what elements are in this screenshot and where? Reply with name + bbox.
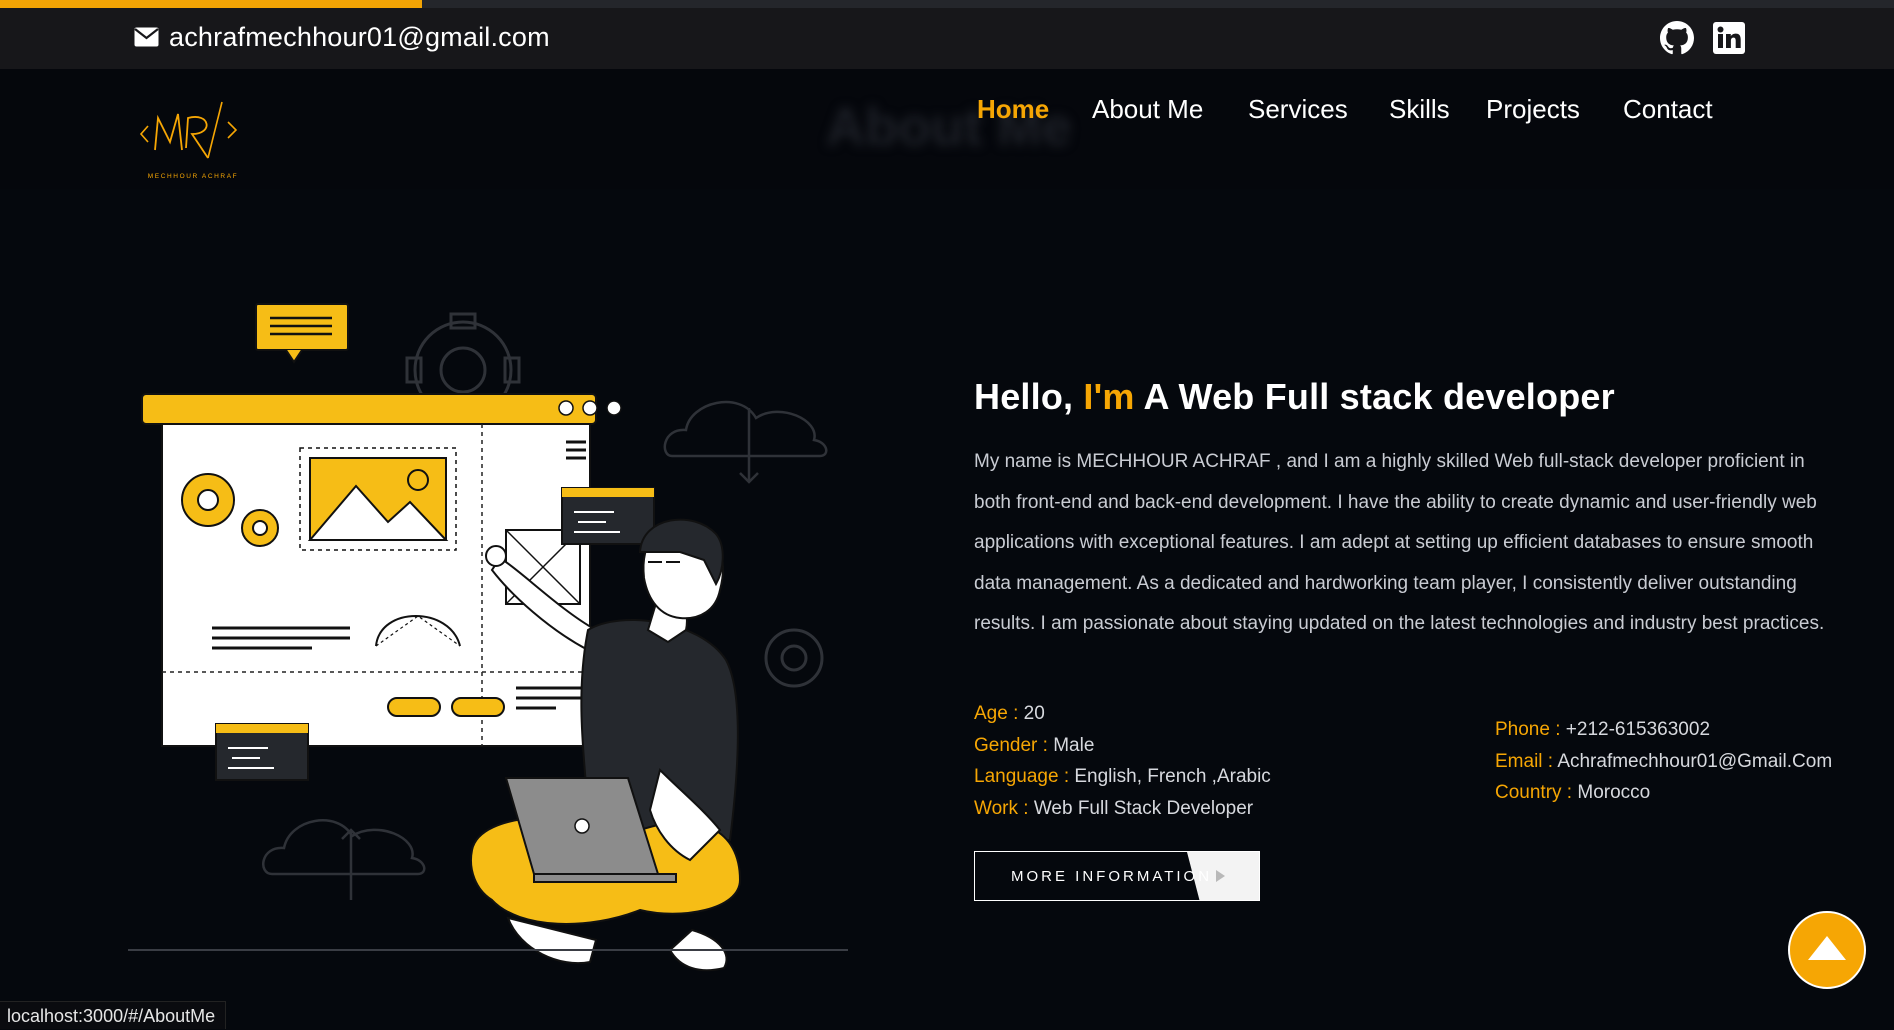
fact-country: Country : Morocco (1495, 777, 1875, 809)
github-icon (1660, 21, 1694, 55)
fact-value: English, French ,Arabic (1074, 766, 1271, 787)
fact-gender: Gender : Male (974, 730, 1394, 762)
fact-age: Age : 20 (974, 698, 1394, 730)
top-contact-bar: achrafmechhour01@gmail.com (0, 8, 1894, 69)
nav-services[interactable]: Services (1248, 94, 1348, 125)
fact-key: Country : (1495, 782, 1573, 803)
envelope-icon (134, 27, 159, 47)
fact-key: Gender : (974, 734, 1048, 756)
about-headline: Hello, I'm A Web Full stack developer (974, 376, 1854, 418)
fact-email: Email : Achrafmechhour01@Gmail.Com (1495, 746, 1875, 778)
fact-value: 20 (1023, 703, 1045, 724)
fact-key: Language : (974, 766, 1070, 787)
more-information-button[interactable]: MORE INFORMATION (974, 851, 1260, 901)
personal-facts-left: Age : 20 Gender : Male Language : Englis… (974, 698, 1394, 824)
scroll-to-top-button[interactable] (1788, 911, 1866, 989)
gear-icon (764, 628, 824, 688)
play-arrow-icon (1216, 870, 1225, 882)
chat-bubble-icon (255, 303, 349, 364)
arrow-up-icon (1808, 936, 1846, 960)
browser-window (141, 393, 622, 747)
topbar-email[interactable]: achrafmechhour01@gmail.com (134, 19, 550, 55)
fact-key: Email : (1495, 750, 1554, 772)
fact-phone: Phone : +212-615363002 (1495, 714, 1875, 746)
about-bio: My name is MECHHOUR ACHRAF , and I am a … (974, 451, 1825, 634)
scroll-progress-track (0, 0, 1894, 8)
more-information-label: MORE INFORMATION (1011, 867, 1213, 885)
linkedin-icon (1713, 22, 1745, 54)
browser-status-url: localhost:3000/#/AboutMe (0, 1001, 227, 1029)
fact-value: Male (1053, 734, 1095, 756)
cloud-upload-icon (262, 819, 426, 900)
logo-subtitle: MECHHOUR ACHRAF (148, 173, 238, 180)
fact-key: Work : (974, 797, 1029, 819)
personal-facts-right: Phone : +212-615363002 Email : Achrafmec… (1495, 714, 1875, 809)
nav-skills[interactable]: Skills (1389, 94, 1450, 125)
github-link[interactable] (1660, 19, 1698, 57)
site-logo[interactable]: MECHHOUR ACHRAF (138, 92, 248, 184)
nav-projects[interactable]: Projects (1486, 94, 1580, 125)
headline-accent: I'm (1083, 376, 1135, 417)
linkedin-link[interactable] (1712, 19, 1750, 57)
email-text: achrafmechhour01@gmail.com (169, 21, 550, 52)
headline-suffix: A Web Full stack developer (1143, 376, 1615, 417)
fact-language: Language : English, French ,Arabic (974, 761, 1394, 793)
fact-key: Phone : (1495, 719, 1561, 740)
code-snippet-icon (215, 723, 309, 781)
fact-value: Morocco (1577, 782, 1651, 803)
fact-work: Work : Web Full Stack Developer (974, 793, 1394, 825)
headline-prefix: Hello, (974, 376, 1074, 417)
fact-value: +212-615363002 (1565, 719, 1711, 740)
code-snippet-icon (561, 487, 655, 545)
nav-home[interactable]: Home (977, 94, 1049, 125)
fact-key: Age : (974, 703, 1019, 724)
scroll-progress-bar (0, 0, 423, 8)
nav-about-me[interactable]: About Me (1092, 94, 1203, 125)
cloud-download-icon (663, 400, 828, 484)
nav-contact[interactable]: Contact (1623, 94, 1713, 125)
about-content: Hello, I'm A Web Full stack developer My… (974, 376, 1854, 645)
image-placeholder-icon (307, 457, 449, 541)
fact-value: Web Full Stack Developer (1033, 797, 1254, 819)
fact-value: Achrafmechhour01@Gmail.Com (1557, 750, 1833, 772)
developer-illustration (128, 303, 848, 972)
